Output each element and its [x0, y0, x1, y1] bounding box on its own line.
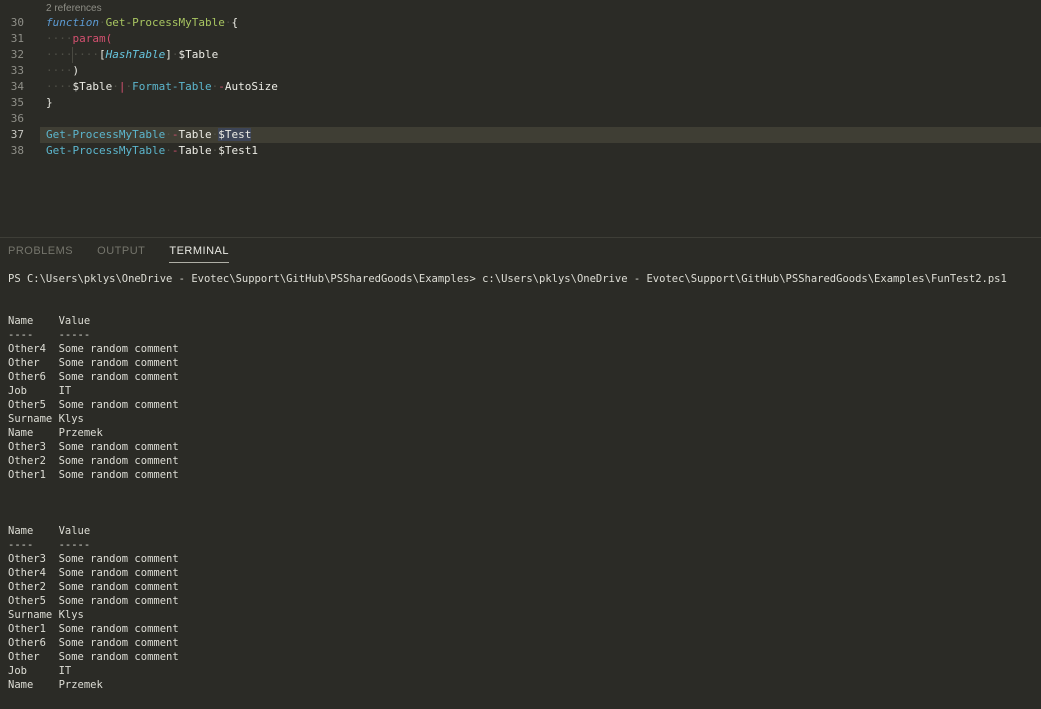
- terminal-line: ---- -----: [8, 538, 1041, 552]
- terminal-line: Other2 Some random comment: [8, 580, 1041, 594]
- code-token: ·: [165, 144, 172, 157]
- code-token: function: [46, 16, 99, 29]
- code-token: $Table: [73, 80, 113, 93]
- terminal-line: Surname Klys: [8, 412, 1041, 426]
- terminal-line: [8, 510, 1041, 524]
- code-token: ]: [165, 48, 172, 61]
- terminal-line: Other1 Some random comment: [8, 622, 1041, 636]
- terminal-line: ---- -----: [8, 328, 1041, 342]
- code-text: ····param(: [40, 31, 1041, 47]
- terminal-line: Name Przemek: [8, 426, 1041, 440]
- panel-tab-terminal[interactable]: TERMINAL: [169, 245, 229, 263]
- code-token: [: [99, 48, 106, 61]
- terminal-line: Other6 Some random comment: [8, 636, 1041, 650]
- code-token: ····: [46, 64, 73, 77]
- terminal-line: Other5 Some random comment: [8, 398, 1041, 412]
- code-text: ····$Table·|·Format-Table·-AutoSize: [40, 79, 1041, 95]
- code-text: function·Get-ProcessMyTable·{: [40, 15, 1041, 31]
- codelens-references-link[interactable]: 2 references: [0, 0, 1041, 15]
- terminal-line: Other Some random comment: [8, 650, 1041, 664]
- code-token: (: [106, 32, 113, 45]
- code-line-34[interactable]: 34····$Table·|·Format-Table·-AutoSize: [0, 79, 1041, 95]
- code-line-38[interactable]: 38Get-ProcessMyTable·-Table·$Test1: [0, 143, 1041, 159]
- code-token: ): [73, 64, 80, 77]
- terminal-line: Other Some random comment: [8, 356, 1041, 370]
- terminal-output[interactable]: PS C:\Users\pklys\OneDrive - Evotec\Supp…: [0, 268, 1041, 692]
- terminal-line: [8, 300, 1041, 314]
- terminal-line: Other4 Some random comment: [8, 566, 1041, 580]
- line-number: 38: [0, 143, 24, 159]
- code-token: HashTable: [106, 48, 166, 61]
- code-line-31[interactable]: 31 ····param(: [0, 31, 1041, 47]
- code-text: }: [40, 95, 1041, 111]
- line-number: 30: [0, 15, 24, 31]
- code-token: param: [73, 32, 106, 45]
- line-number: 36: [0, 111, 24, 127]
- terminal-line: Name Value: [8, 314, 1041, 328]
- terminal-line: Name Value: [8, 524, 1041, 538]
- terminal-line: Other6 Some random comment: [8, 370, 1041, 384]
- code-token: {: [231, 16, 238, 29]
- bottom-panel: PROBLEMS OUTPUT TERMINAL PS C:\Users\pklys…: [0, 237, 1041, 709]
- code-text: ········[HashTable]·$Table: [40, 47, 1041, 63]
- terminal-line: Other1 Some random comment: [8, 468, 1041, 482]
- code-token: ····: [46, 32, 73, 45]
- code-line-37[interactable]: 37Get-ProcessMyTable·-Table·$Test: [0, 127, 1041, 143]
- code-line-33[interactable]: 33 ····): [0, 63, 1041, 79]
- code-token: |: [119, 80, 126, 93]
- code-token: $Table: [178, 48, 218, 61]
- line-number: 32: [0, 47, 24, 63]
- line-number: 33: [0, 63, 24, 79]
- code-token: ·: [165, 128, 172, 141]
- panel-tab-bar: PROBLEMS OUTPUT TERMINAL: [0, 238, 1041, 268]
- code-text: ····): [40, 63, 1041, 79]
- line-number: 34: [0, 79, 24, 95]
- code-token: Table: [178, 128, 211, 141]
- code-line-36[interactable]: 36: [0, 111, 1041, 127]
- code-line-32[interactable]: 32 ········[HashTable]·$Table: [0, 47, 1041, 63]
- selected-token: $Test: [218, 128, 251, 141]
- code-token: Get-ProcessMyTable: [46, 128, 165, 141]
- terminal-line: Other4 Some random comment: [8, 342, 1041, 356]
- panel-tab-problems[interactable]: PROBLEMS: [8, 245, 73, 263]
- terminal-line: Other5 Some random comment: [8, 594, 1041, 608]
- terminal-line: Other3 Some random comment: [8, 440, 1041, 454]
- line-number: 37: [0, 127, 24, 143]
- code-text: [40, 111, 1041, 127]
- terminal-line: Job IT: [8, 664, 1041, 678]
- code-token: Get-ProcessMyTable: [46, 144, 165, 157]
- terminal-line: Other2 Some random comment: [8, 454, 1041, 468]
- code-token: ····: [46, 80, 73, 93]
- code-token: }: [46, 96, 53, 109]
- code-token: -: [218, 80, 225, 93]
- code-token: $Test1: [218, 144, 258, 157]
- code-token: ·: [99, 16, 106, 29]
- code-editor[interactable]: 2 references 30function·Get-ProcessMyTab…: [0, 0, 1041, 237]
- code-token: Get-ProcessMyTable: [106, 16, 225, 29]
- terminal-line: [8, 482, 1041, 496]
- terminal-line: Surname Klys: [8, 608, 1041, 622]
- indent-guide: [72, 47, 73, 63]
- code-text: Get-ProcessMyTable·-Table·$Test1: [40, 143, 1041, 159]
- line-number: 31: [0, 31, 24, 47]
- panel-tab-output[interactable]: OUTPUT: [97, 245, 145, 263]
- code-line-35[interactable]: 35}: [0, 95, 1041, 111]
- code-token: ·: [112, 80, 119, 93]
- terminal-line: [8, 286, 1041, 300]
- code-lines: 30function·Get-ProcessMyTable·{31····par…: [0, 15, 1041, 159]
- terminal-line: Job IT: [8, 384, 1041, 398]
- code-text: Get-ProcessMyTable·-Table·$Test: [40, 127, 1041, 143]
- line-number: 35: [0, 95, 24, 111]
- code-token: Format-Table: [132, 80, 211, 93]
- terminal-line: PS C:\Users\pklys\OneDrive - Evotec\Supp…: [8, 272, 1041, 286]
- code-token: Table: [178, 144, 211, 157]
- code-token: AutoSize: [225, 80, 278, 93]
- terminal-line: [8, 496, 1041, 510]
- code-line-30[interactable]: 30function·Get-ProcessMyTable·{: [0, 15, 1041, 31]
- terminal-line: Other3 Some random comment: [8, 552, 1041, 566]
- terminal-line: Name Przemek: [8, 678, 1041, 692]
